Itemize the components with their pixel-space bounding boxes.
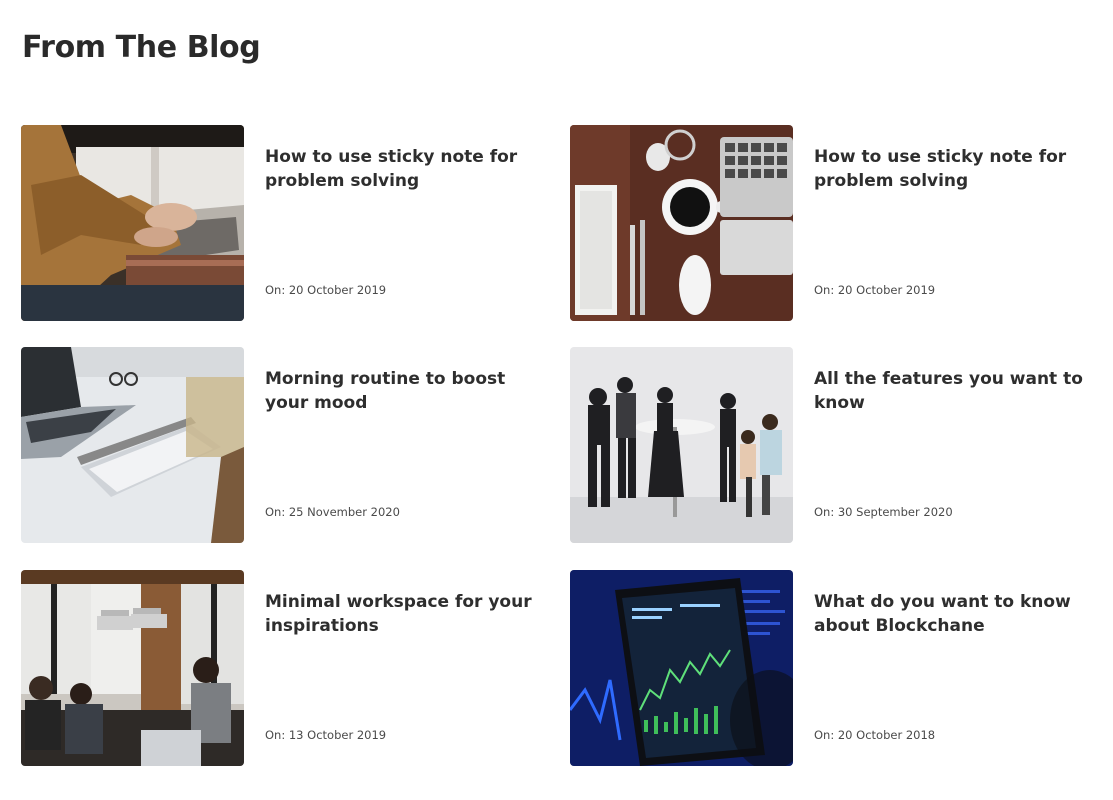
post-date: On: 25 November 2020 (265, 505, 400, 519)
blog-post-card[interactable]: All the features you want to know On: 30… (570, 347, 1090, 543)
section-heading: From The Blog (22, 30, 261, 65)
blog-section: From The Blog How to use sticky note for… (0, 0, 1113, 800)
post-date: On: 13 October 2019 (265, 728, 387, 742)
post-date: On: 30 September 2020 (814, 505, 953, 519)
desk-coffee-keyboard-photo (570, 125, 793, 321)
blog-post-card[interactable]: Minimal workspace for your inspirations … (21, 570, 541, 766)
post-thumbnail[interactable] (570, 347, 793, 543)
post-thumbnail[interactable] (570, 125, 793, 321)
coworking-space-photo (21, 570, 244, 766)
post-date: On: 20 October 2019 (814, 283, 936, 297)
post-date: On: 20 October 2018 (814, 728, 936, 742)
post-date: On: 20 October 2019 (265, 283, 387, 297)
desk-laptop-notebook-photo (21, 347, 244, 543)
post-thumbnail[interactable] (570, 570, 793, 766)
post-thumbnail[interactable] (21, 125, 244, 321)
blog-post-card[interactable]: What do you want to know about Blockchan… (570, 570, 1090, 766)
blog-post-card[interactable]: How to use sticky note for problem solvi… (21, 125, 541, 321)
laptop-typing-photo (21, 125, 244, 321)
post-thumbnail[interactable] (21, 570, 244, 766)
blog-post-card[interactable]: Morning routine to boost your mood On: 2… (21, 347, 541, 543)
post-title[interactable]: Morning routine to boost your mood (265, 367, 535, 415)
post-title[interactable]: What do you want to know about Blockchan… (814, 590, 1084, 638)
post-thumbnail[interactable] (21, 347, 244, 543)
team-meeting-photo (570, 347, 793, 543)
post-title[interactable]: How to use sticky note for problem solvi… (265, 145, 535, 193)
phone-stock-chart-photo (570, 570, 793, 766)
post-title[interactable]: How to use sticky note for problem solvi… (814, 145, 1084, 193)
post-title[interactable]: All the features you want to know (814, 367, 1084, 415)
post-title[interactable]: Minimal workspace for your inspirations (265, 590, 535, 638)
blog-post-card[interactable]: How to use sticky note for problem solvi… (570, 125, 1090, 321)
